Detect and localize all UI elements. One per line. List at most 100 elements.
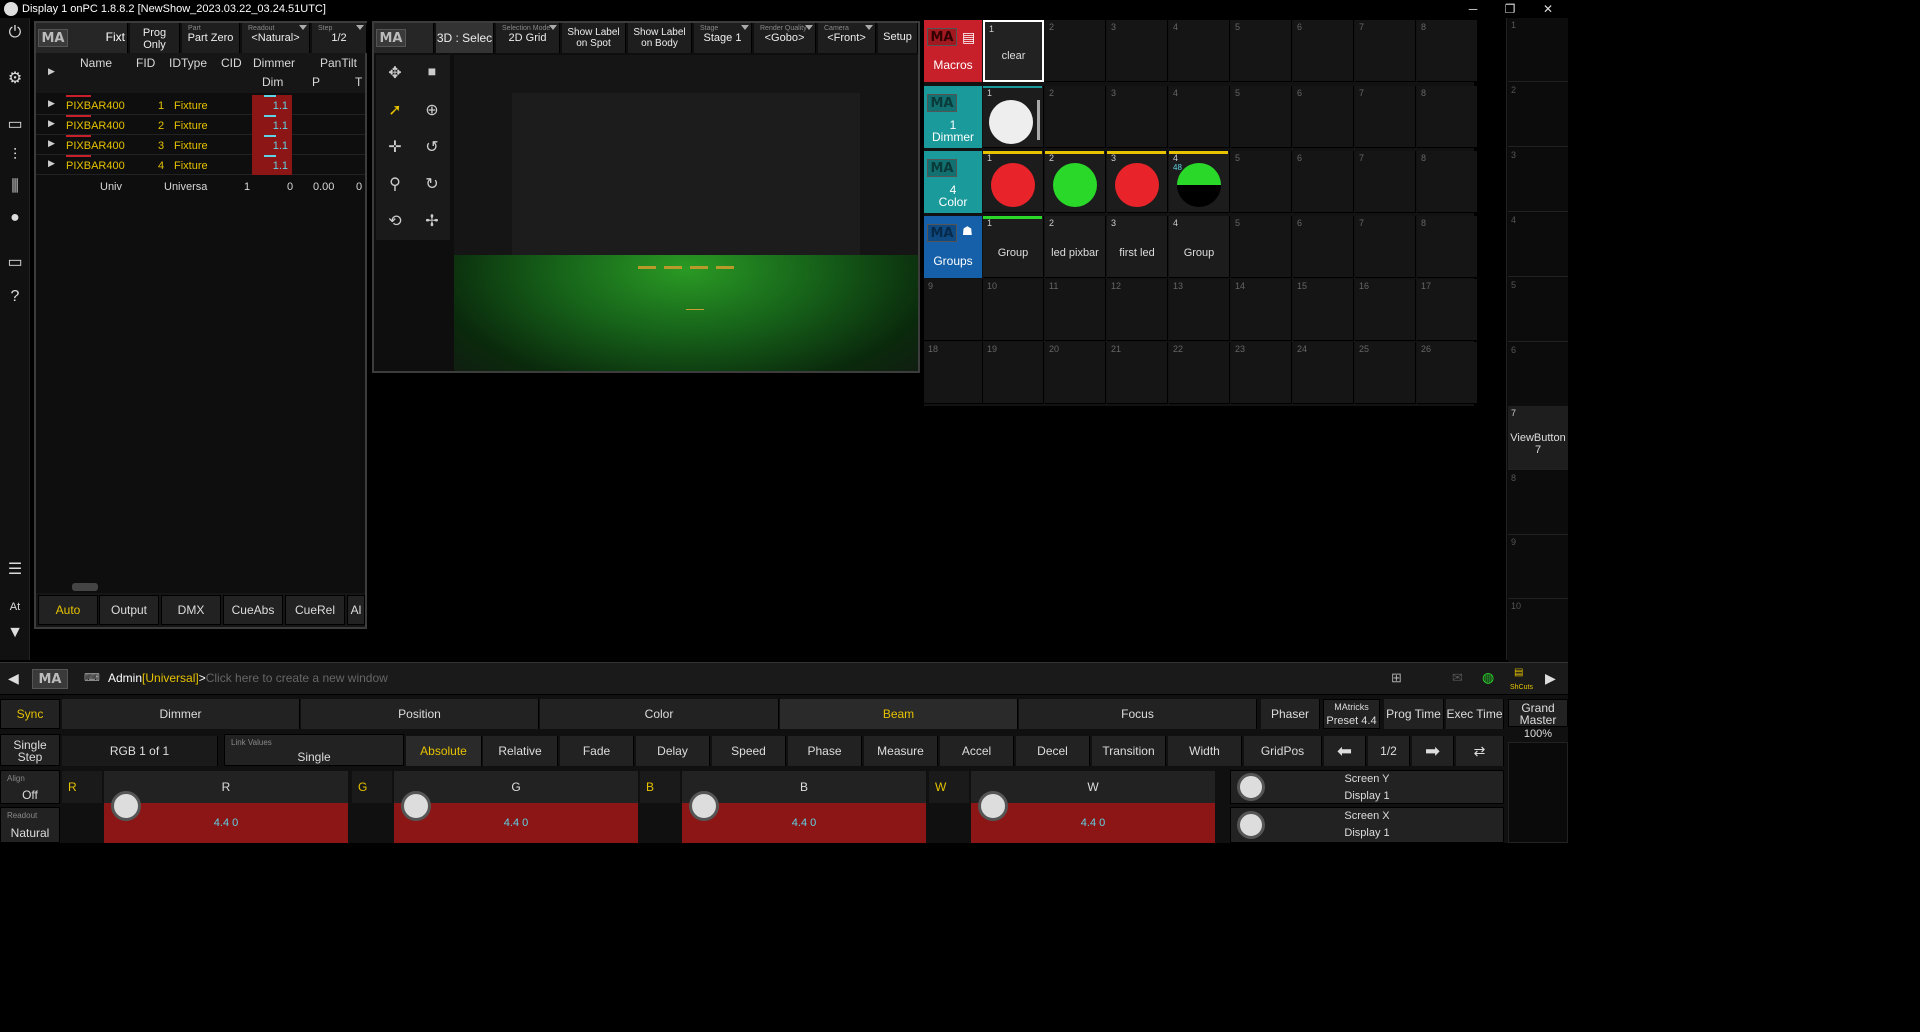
camera-icon[interactable]: ■: [421, 63, 443, 85]
expand-icon[interactable]: ▶: [48, 98, 55, 109]
mode-phase[interactable]: Phase: [788, 736, 862, 766]
pool-slot[interactable]: 5: [1231, 20, 1292, 82]
step-button[interactable]: Step 1/2: [312, 23, 367, 53]
mail-icon[interactable]: ✉: [1452, 670, 1463, 686]
group-4[interactable]: 4 Group: [1169, 216, 1230, 278]
camera-button[interactable]: Camera <Front>: [818, 23, 876, 53]
mode-measure[interactable]: Measure: [864, 736, 938, 766]
screen-x-encoder[interactable]: Screen X Display 1: [1230, 807, 1504, 843]
expand-icon[interactable]: ▶: [48, 138, 55, 149]
feature-position[interactable]: Position: [301, 699, 539, 729]
pool-slot[interactable]: 26: [1417, 342, 1478, 404]
pool-slot[interactable]: 18: [924, 342, 983, 404]
list-icon[interactable]: ☰: [4, 559, 26, 581]
col-name[interactable]: Name: [80, 56, 112, 70]
maximize-button[interactable]: ❐: [1492, 0, 1528, 18]
stage-button[interactable]: Stage Stage 1: [694, 23, 752, 53]
table-row[interactable]: ▶ PIXBAR400 2 Fixture 1.1: [36, 115, 365, 135]
single-step-button[interactable]: Single Step: [0, 734, 60, 766]
pool-slot[interactable]: 20: [1045, 342, 1106, 404]
table-row[interactable]: ▶ PIXBAR400 4 Fixture 1.1: [36, 155, 365, 175]
group-1[interactable]: 1 Group: [983, 216, 1044, 278]
viewer-3d-scene[interactable]: [454, 55, 918, 371]
pool-slot[interactable]: 9: [924, 279, 983, 341]
select-arrow-icon[interactable]: ➚: [384, 100, 406, 122]
zoom-icon[interactable]: ⚲: [384, 174, 406, 196]
phaser-button[interactable]: Phaser: [1261, 699, 1320, 729]
users-icon[interactable]: ●: [4, 207, 26, 229]
prog-only-button[interactable]: Prog Only: [130, 23, 180, 53]
network-icon[interactable]: ⊞: [1391, 670, 1402, 686]
readout-button[interactable]: Readout <Natural>: [242, 23, 310, 53]
pool-slot[interactable]: 13: [1169, 279, 1230, 341]
table-row[interactable]: ▶ PIXBAR400 3 Fixture 1.1: [36, 135, 365, 155]
pool-slot[interactable]: 15: [1293, 279, 1354, 341]
pool-slot[interactable]: 11: [1045, 279, 1106, 341]
tab-output[interactable]: Output: [99, 595, 159, 625]
feature-focus[interactable]: Focus: [1019, 699, 1257, 729]
color-preset-4[interactable]: 4 48: [1169, 151, 1230, 213]
col-fid[interactable]: FID: [136, 56, 155, 70]
pool-slot[interactable]: 7: [1355, 151, 1416, 213]
mode-delay[interactable]: Delay: [636, 736, 710, 766]
pool-slot[interactable]: 5: [1231, 216, 1292, 278]
forward-arrow-icon[interactable]: ▶: [1545, 670, 1556, 687]
sync-button[interactable]: Sync: [0, 699, 60, 729]
grand-master-fader[interactable]: [1508, 742, 1568, 843]
pool-slot[interactable]: 12: [1107, 279, 1168, 341]
show-label-spot-button[interactable]: Show Label on Spot: [562, 23, 626, 53]
pool-slot[interactable]: 5: [1231, 151, 1292, 213]
pool-slot[interactable]: 7: [1355, 86, 1416, 148]
center-icon[interactable]: ✢: [421, 211, 443, 233]
mode-fade[interactable]: Fade: [560, 736, 634, 766]
align-button[interactable]: Align Off: [0, 770, 60, 804]
group-2[interactable]: 2 led pixbar: [1045, 216, 1106, 278]
filter-icon[interactable]: ▼: [4, 622, 26, 644]
encoder-settings-icon[interactable]: ⇄: [1456, 736, 1504, 766]
at-button[interactable]: At: [4, 596, 26, 618]
col-pantilt[interactable]: PanTilt: [320, 56, 357, 70]
pool-slot[interactable]: 6: [1293, 20, 1354, 82]
encoder-knob-r[interactable]: [111, 791, 141, 821]
pool-slot[interactable]: 16: [1355, 279, 1416, 341]
orbit-icon[interactable]: ↻: [421, 174, 443, 196]
macros-pool-title[interactable]: MA ▤ Macros: [924, 20, 982, 82]
faders-icon[interactable]: ⫶: [4, 145, 26, 167]
tab-dmx[interactable]: DMX: [161, 595, 221, 625]
tab-all[interactable]: Al: [347, 595, 365, 625]
tab-cuerel[interactable]: CueRel: [285, 595, 345, 625]
scroll-handle[interactable]: [72, 583, 98, 591]
show-label-body-button[interactable]: Show Label on Body: [628, 23, 692, 53]
color-preset-2[interactable]: 2: [1045, 151, 1106, 213]
matricks-button[interactable]: MAtricks Preset 4.4: [1323, 699, 1380, 729]
pool-slot[interactable]: 5: [1231, 86, 1292, 148]
power-icon[interactable]: ⏻: [4, 22, 26, 44]
univ-row[interactable]: Univ Universa 1 0 0.00 0: [36, 178, 365, 198]
table-row[interactable]: ▶ PIXBAR400 1 Fixture 1.1: [36, 95, 365, 115]
view-button[interactable]: 9: [1508, 535, 1568, 599]
crosshair-icon[interactable]: ⊕: [421, 100, 443, 122]
pool-slot[interactable]: 10: [983, 279, 1044, 341]
expand-icon[interactable]: ▶: [48, 118, 55, 129]
gear-icon[interactable]: ⚙: [4, 68, 26, 90]
pool-slot[interactable]: 4: [1169, 86, 1230, 148]
group-3[interactable]: 3 first led: [1107, 216, 1168, 278]
expand-all-icon[interactable]: ▶: [48, 66, 55, 77]
color-preset-3[interactable]: 3: [1107, 151, 1168, 213]
col-cid[interactable]: CID: [221, 56, 242, 70]
rotate-move-icon[interactable]: ⟲: [384, 211, 406, 233]
view-button[interactable]: 5: [1508, 278, 1568, 342]
mode-transition[interactable]: Transition: [1092, 736, 1166, 766]
dimmer-cell[interactable]: 1.1: [252, 115, 292, 135]
color-preset-1[interactable]: 1: [983, 151, 1044, 213]
readout-mode-button[interactable]: Readout Natural: [0, 807, 60, 843]
dimmer-cell[interactable]: 1.1: [252, 95, 292, 115]
view-button[interactable]: 10: [1508, 599, 1568, 663]
tab-cueabs[interactable]: CueAbs: [223, 595, 283, 625]
keyboard-icon[interactable]: ⌨: [84, 671, 100, 684]
pool-slot[interactable]: 21: [1107, 342, 1168, 404]
close-button[interactable]: ✕: [1530, 0, 1566, 18]
setup-button[interactable]: Setup: [878, 23, 918, 53]
prog-time-button[interactable]: Prog Time: [1384, 699, 1444, 729]
macro-clear[interactable]: 1 clear: [983, 20, 1044, 82]
